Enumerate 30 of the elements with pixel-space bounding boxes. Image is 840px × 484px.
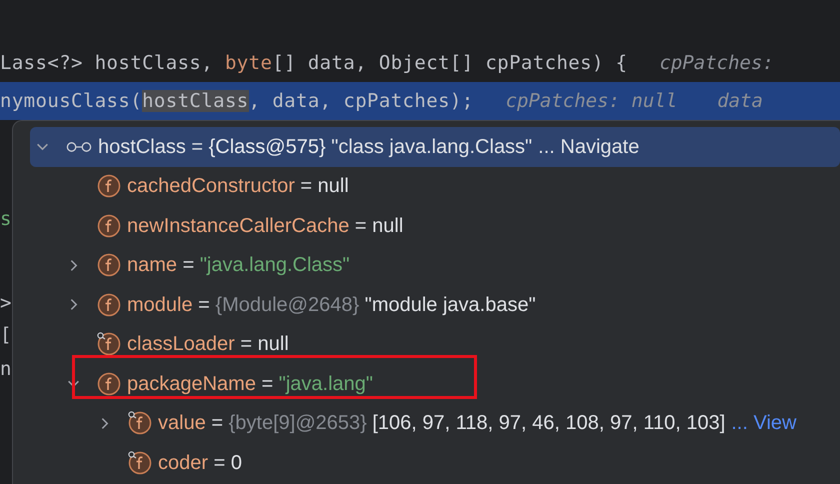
variable-entry: hostClass = {Class@575} "class java.lang.Class" — [98, 134, 532, 160]
field-icon — [97, 372, 121, 396]
code-fragment: > — [0, 292, 12, 314]
field-icon — [97, 174, 121, 198]
code-fragment: [ — [0, 324, 12, 346]
code-line: nymousClass(hostClass, data, cpPatches); — [0, 88, 474, 114]
field-icon — [97, 253, 121, 278]
variable-entry: classLoader = null — [127, 332, 289, 358]
variable-entry: module = {Module@2648} "module java.base" — [127, 292, 536, 318]
variable-entry: packageName = "java.lang" — [127, 372, 374, 397]
code-fragment: n — [0, 358, 12, 380]
glasses-icon — [66, 140, 92, 153]
final-field-icon — [128, 450, 152, 475]
variable-entry: name = "java.lang.Class" — [127, 253, 350, 278]
code-fragment: s — [0, 208, 12, 230]
field-icon — [97, 214, 121, 238]
field-icon — [97, 292, 121, 317]
navigate-link[interactable]: ... View — [731, 408, 796, 438]
selected-tree-row[interactable]: hostClass = {Class@575} "class java.lang.Class" ... Navigate — [30, 127, 840, 166]
code-line: Lass<?> hostClass, byte[] data, Object[] cpPatches) { — [0, 50, 628, 76]
inline-value-hint: cpPatches: null — [506, 88, 678, 114]
variable-entry: coder = 0 — [158, 450, 242, 476]
variable-entry: newInstanceCallerCache = null — [127, 214, 404, 239]
final-field-icon — [97, 332, 121, 356]
navigate-link[interactable]: ... Navigate — [538, 132, 640, 162]
variable-entry: value = {byte[9]@2653} [106, 97, 118, 97, 46, 108, 97, 110, 103] — [158, 411, 726, 436]
final-field-icon — [128, 411, 152, 436]
inline-value-hint: cpPatches: — [659, 50, 774, 76]
inline-value-hint: data — [717, 88, 763, 114]
variable-entry: cachedConstructor = null — [127, 174, 349, 200]
